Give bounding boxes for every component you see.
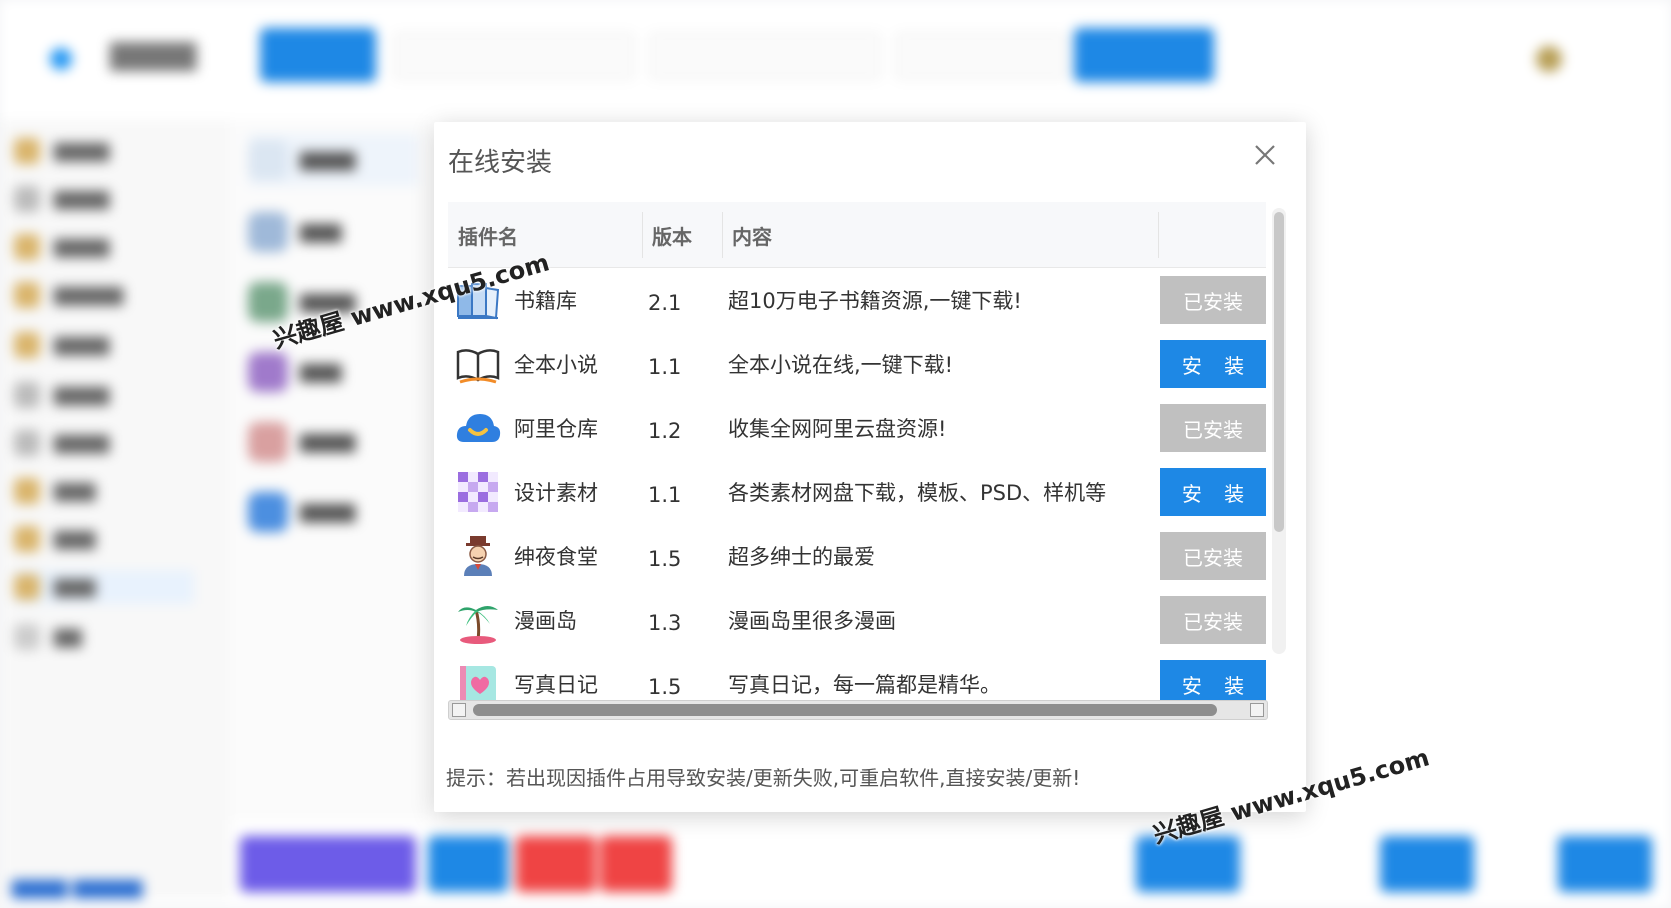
column-divider bbox=[1158, 212, 1159, 258]
table-row: 设计素材 1.1 各类素材网盘下载，模板、PSD、样机等 安 装 bbox=[448, 460, 1266, 524]
bg-side-item: ▇▇▇▇ bbox=[14, 134, 194, 168]
bg-mid-item: ▇▇▇ bbox=[248, 206, 418, 258]
bg-side-item-active: ▇▇▇ bbox=[14, 570, 194, 604]
bg-mid-item: ▇▇▇▇ bbox=[248, 134, 418, 186]
plugin-name-cell: 全本小说 bbox=[454, 332, 634, 396]
bg-search-button bbox=[1074, 28, 1214, 82]
bg-avatar-icon bbox=[1536, 46, 1562, 72]
plugin-name-cell: 阿里仓库 bbox=[454, 396, 634, 460]
table-row: 漫画岛 1.3 漫画岛里很多漫画 已安装 bbox=[448, 588, 1266, 652]
bg-mid-item: ▇▇▇ bbox=[248, 346, 418, 398]
bg-bottom-button bbox=[1380, 836, 1474, 892]
background-sidebar: ▇▇▇▇ ▇▇▇▇ ▇▇▇▇ ▇▇▇▇▇ ▇▇▇▇ ▇▇▇▇ ▇▇▇▇ ▇▇▇ … bbox=[0, 120, 230, 900]
plugin-name: 写真日记 bbox=[514, 673, 598, 697]
bg-side-item: ▇▇▇ bbox=[14, 474, 194, 508]
online-install-dialog: 在线安装 插件名 版本 内容 书籍库 2.1 超10万电子书籍资源,一键下载! … bbox=[434, 122, 1306, 812]
table-row: 书籍库 2.1 超10万电子书籍资源,一键下载! 已安装 bbox=[448, 268, 1266, 332]
plugin-description: 全本小说在线,一键下载! bbox=[728, 353, 954, 377]
plugin-name: 设计素材 bbox=[514, 481, 598, 505]
background-plugin-list: ▇▇▇▇ ▇▇▇ ▇▇▇▇ ▇▇▇ ▇▇▇▇ ▇▇▇▇ bbox=[230, 120, 430, 820]
horizontal-scrollbar[interactable] bbox=[448, 700, 1268, 720]
plugin-version: 1.1 bbox=[648, 483, 682, 507]
scroll-left-arrow-icon[interactable] bbox=[452, 703, 466, 717]
checker-pattern-icon bbox=[458, 472, 498, 512]
close-icon bbox=[1255, 145, 1275, 165]
plugin-name: 绅夜食堂 bbox=[514, 545, 598, 569]
hint-text: 提示：若出现因插件占用导致安装/更新失败,可重启软件,直接安装/更新! bbox=[446, 766, 1081, 790]
plugin-name: 书籍库 bbox=[514, 289, 577, 313]
bg-select-2 bbox=[650, 33, 880, 79]
plugin-version: 1.1 bbox=[648, 355, 682, 379]
bg-search-input bbox=[896, 33, 1066, 79]
plugin-name-cell: 漫画岛 bbox=[454, 588, 634, 652]
bg-bottom-button bbox=[1558, 836, 1652, 892]
plugin-version: 1.3 bbox=[648, 611, 682, 635]
plugin-description: 收集全网阿里云盘资源! bbox=[728, 417, 947, 441]
plugin-description: 超多绅士的最爱 bbox=[728, 545, 875, 569]
app-logo-icon bbox=[50, 48, 72, 70]
bg-side-item: ▇▇▇▇ bbox=[14, 426, 194, 460]
vertical-scrollbar[interactable] bbox=[1272, 208, 1286, 654]
bg-bottom-button bbox=[240, 836, 416, 892]
bg-bottom-button bbox=[1136, 836, 1240, 892]
bg-bottom-button bbox=[428, 836, 508, 892]
plugin-version: 1.2 bbox=[648, 419, 682, 443]
open-book-icon bbox=[456, 349, 500, 384]
column-header-content[interactable]: 内容 bbox=[722, 202, 1142, 268]
close-button[interactable] bbox=[1248, 138, 1282, 172]
table-row: 阿里仓库 1.2 收集全网阿里云盘资源! 已安装 bbox=[448, 396, 1266, 460]
bg-bottom-button bbox=[516, 836, 596, 892]
plugin-table: 插件名 版本 内容 书籍库 2.1 超10万电子书籍资源,一键下载! 已安装 全… bbox=[448, 202, 1266, 712]
plugin-version: 2.1 bbox=[648, 291, 682, 315]
plugin-description: 各类素材网盘下载，模板、PSD、样机等 bbox=[728, 481, 1107, 505]
installed-button[interactable]: 已安装 bbox=[1160, 276, 1266, 324]
bg-mid-item: ▇▇▇▇ bbox=[248, 486, 418, 538]
plugin-name: 全本小说 bbox=[514, 353, 598, 377]
bg-side-item: ▇▇▇▇▇ bbox=[14, 278, 194, 312]
bg-side-item: ▇▇▇▇ bbox=[14, 328, 194, 362]
table-header: 插件名 版本 内容 bbox=[448, 202, 1266, 268]
plugin-name-cell: 绅夜食堂 bbox=[454, 524, 634, 588]
palm-island-icon bbox=[458, 606, 498, 644]
horizontal-scrollbar-thumb[interactable] bbox=[473, 704, 1217, 716]
bg-footer-version: ▇▇▇▇ ▇▇▇▇▇ bbox=[12, 878, 143, 899]
installed-button[interactable]: 已安装 bbox=[1160, 404, 1266, 452]
plugin-name-cell: 设计素材 bbox=[454, 460, 634, 524]
bg-side-item: ▇▇▇▇ bbox=[14, 230, 194, 264]
dialog-title: 在线安装 bbox=[448, 148, 553, 178]
background-topbar: ▇▇▇▇ bbox=[0, 0, 1671, 110]
vertical-scrollbar-thumb[interactable] bbox=[1274, 212, 1284, 532]
scroll-right-arrow-icon[interactable] bbox=[1250, 703, 1264, 717]
bg-side-item: ▇▇ bbox=[14, 620, 194, 654]
plugin-version: 1.5 bbox=[648, 547, 682, 571]
app-title-blurred: ▇▇▇▇ bbox=[110, 38, 197, 71]
bg-select-1 bbox=[394, 33, 634, 79]
plugin-name: 阿里仓库 bbox=[514, 417, 598, 441]
cloud-icon bbox=[456, 414, 501, 442]
plugin-name: 漫画岛 bbox=[514, 609, 577, 633]
install-button[interactable]: 安 装 bbox=[1160, 468, 1266, 516]
install-button[interactable]: 安 装 bbox=[1160, 340, 1266, 388]
bg-mid-item: ▇▇▇▇ bbox=[248, 416, 418, 468]
bg-side-item: ▇▇▇▇ bbox=[14, 182, 194, 216]
bg-primary-button bbox=[260, 28, 376, 82]
table-row: 全本小说 1.1 全本小说在线,一键下载! 安 装 bbox=[448, 332, 1266, 396]
installed-button[interactable]: 已安装 bbox=[1160, 596, 1266, 644]
bg-side-item: ▇▇▇▇ bbox=[14, 378, 194, 412]
plugin-description: 超10万电子书籍资源,一键下载! bbox=[728, 289, 1022, 313]
installed-button[interactable]: 已安装 bbox=[1160, 532, 1266, 580]
bg-side-item: ▇▇▇ bbox=[14, 522, 194, 556]
table-row: 绅夜食堂 1.5 超多绅士的最爱 已安装 bbox=[448, 524, 1266, 588]
column-header-version[interactable]: 版本 bbox=[642, 202, 722, 268]
plugin-description: 漫画岛里很多漫画 bbox=[728, 609, 896, 633]
bg-bottom-button bbox=[600, 836, 672, 892]
gentleman-icon bbox=[464, 536, 492, 576]
